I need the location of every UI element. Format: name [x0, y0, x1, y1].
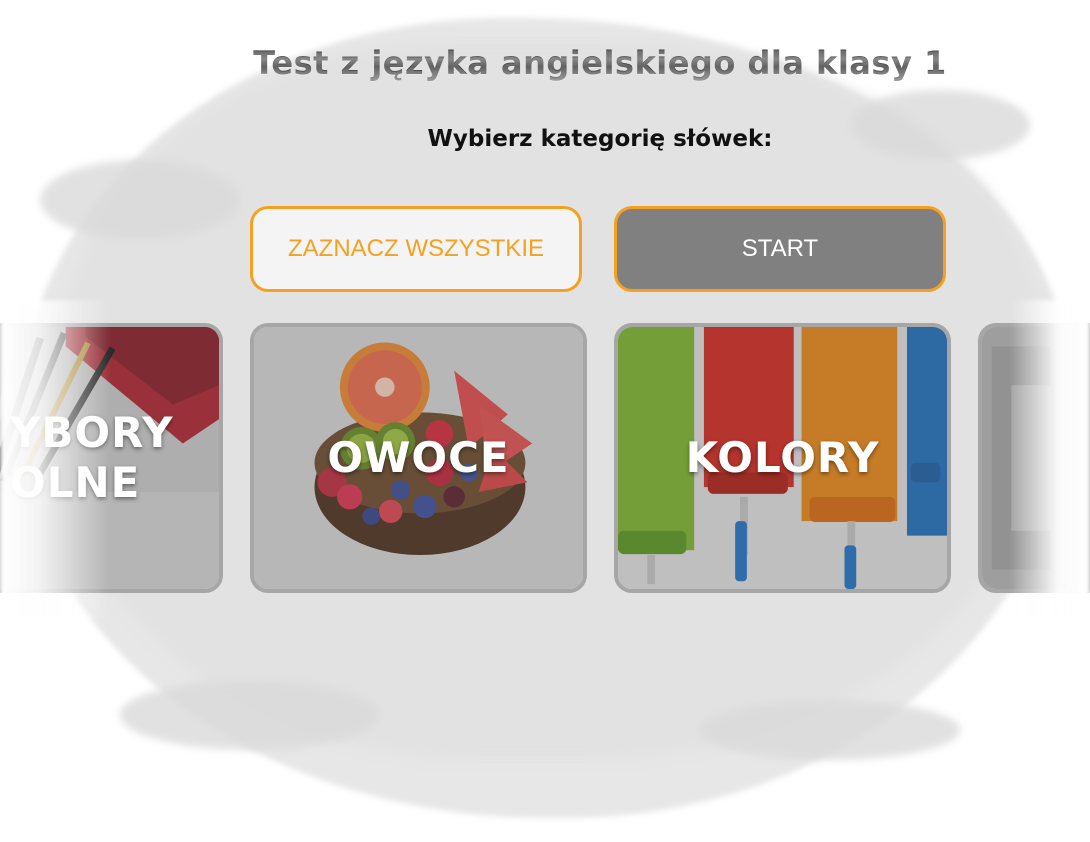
- brush-streak: [40, 160, 240, 240]
- category-label-colors: KOLORY: [685, 433, 880, 482]
- brush-streak: [120, 680, 380, 750]
- category-card-colors[interactable]: KOLORY: [614, 323, 951, 593]
- app-screen: Test z języka angielskiego dla klasy 1 W…: [0, 0, 1090, 842]
- start-button[interactable]: START: [614, 206, 946, 292]
- category-card-fruits[interactable]: OWOCE: [250, 323, 587, 593]
- select-all-button[interactable]: ZAZNACZ WSZYSTKIE: [250, 206, 582, 292]
- brush-streak: [700, 700, 960, 760]
- page-title: Test z języka angielskiego dla klasy 1: [0, 44, 1090, 82]
- category-prompt: Wybierz kategorię słówek:: [427, 126, 773, 152]
- brush-edge-left: [0, 300, 110, 620]
- category-label-fruits: OWOCE: [327, 433, 510, 482]
- brush-edge-right: [1010, 300, 1090, 620]
